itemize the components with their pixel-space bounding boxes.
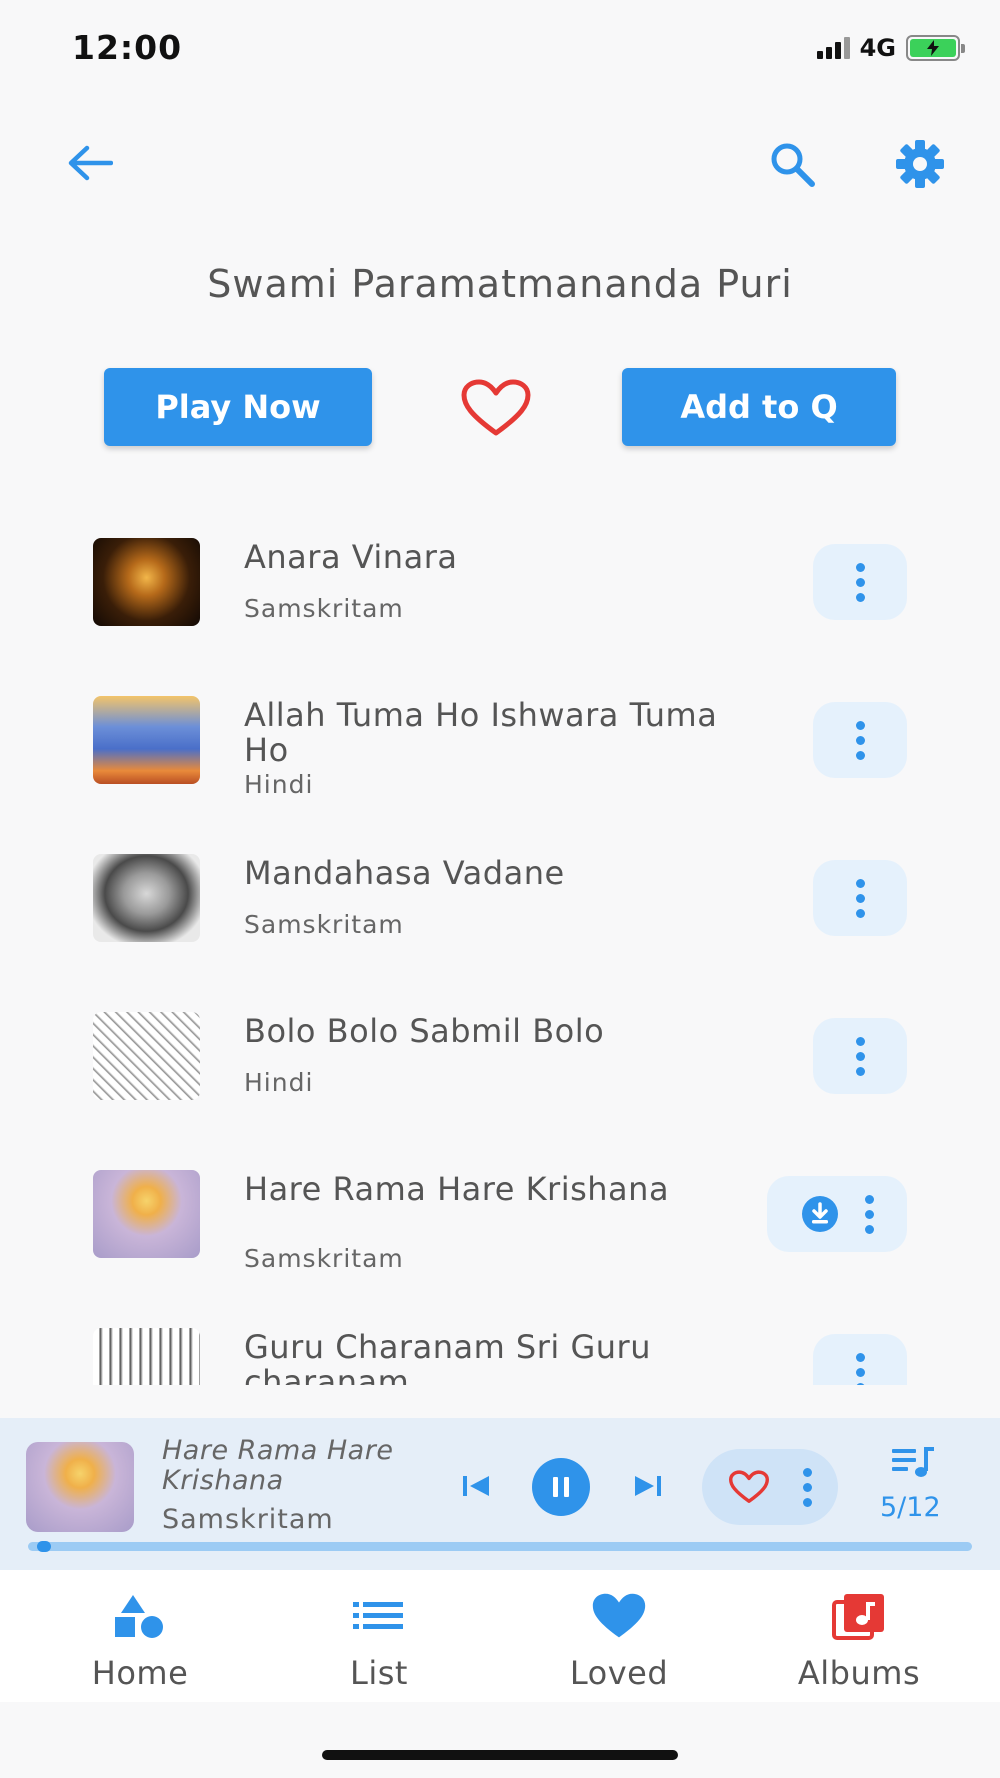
temple-deity-image — [93, 538, 200, 626]
song-title: Bolo Bolo Sabmil Bolo — [244, 1012, 605, 1050]
song-language: Samskritam — [244, 594, 404, 623]
more-vertical-icon — [855, 720, 865, 760]
more-vertical-icon — [855, 878, 865, 918]
play-now-button[interactable]: Play Now — [104, 368, 372, 446]
artist-title: Swami Paramatmananda Puri — [207, 262, 793, 306]
status-indicators: 4G — [816, 34, 965, 62]
search-button[interactable] — [764, 136, 820, 192]
heart-outline-icon[interactable] — [728, 1470, 769, 1504]
nav-label: Loved — [569, 1654, 669, 1692]
progress-bar[interactable] — [28, 1541, 972, 1552]
heart-icon — [592, 1593, 646, 1638]
status-time: 12:00 — [72, 28, 183, 67]
nav-label: List — [350, 1654, 408, 1692]
queue-button[interactable] — [888, 1442, 938, 1482]
next-button[interactable] — [628, 1466, 668, 1506]
song-list: Anara Vinara Samskritam Allah Tuma Ho Is… — [0, 520, 1000, 1385]
nav-loved[interactable]: Loved — [494, 1570, 744, 1702]
song-options-button[interactable] — [813, 702, 907, 778]
battery-icon — [906, 35, 965, 61]
now-playing-bar[interactable]: Hare Rama Hare Krishana Samskritam 5/12 — [0, 1418, 1000, 1570]
song-row[interactable]: Guru Charanam Sri Guru charanam — [0, 1310, 1000, 1385]
line-drawing-image — [93, 1012, 200, 1100]
favorite-button[interactable] — [458, 378, 534, 438]
guru-sketch-image — [93, 1328, 200, 1385]
more-vertical-icon[interactable] — [802, 1467, 812, 1507]
network-type: 4G — [859, 34, 896, 62]
now-playing-artwork — [26, 1442, 134, 1532]
album-music-icon — [832, 1594, 884, 1640]
queue-position: 5/12 — [880, 1492, 941, 1523]
list-icon — [353, 1602, 403, 1629]
home-indicator — [322, 1750, 678, 1760]
song-options-button[interactable] — [813, 860, 907, 936]
song-title: Allah Tuma Ho Ishwara Tuma Ho — [244, 696, 718, 769]
progress-knob[interactable] — [37, 1541, 52, 1552]
song-row[interactable]: Hare Rama Hare Krishana Samskritam — [0, 1152, 1000, 1282]
skip-next-icon — [635, 1476, 661, 1496]
nav-home[interactable]: Home — [15, 1570, 265, 1702]
more-vertical-icon — [855, 562, 865, 602]
previous-button[interactable] — [456, 1466, 496, 1506]
add-to-queue-button[interactable]: Add to Q — [622, 368, 896, 446]
more-vertical-icon — [855, 1036, 865, 1076]
arrow-left-icon — [68, 145, 113, 181]
now-playing-language: Samskritam — [162, 1504, 334, 1535]
now-playing-title: Hare Rama Hare Krishana — [162, 1435, 394, 1496]
download-icon[interactable] — [801, 1195, 839, 1233]
song-language: Hindi — [244, 1068, 314, 1097]
gear-icon — [896, 140, 944, 188]
lord-rama-image — [93, 1170, 200, 1258]
more-vertical-icon — [855, 1352, 865, 1385]
pause-icon — [553, 1477, 569, 1497]
nav-albums[interactable]: Albums — [734, 1570, 984, 1702]
nav-list[interactable]: List — [254, 1570, 504, 1702]
settings-button[interactable] — [892, 136, 948, 192]
nav-label: Home — [91, 1654, 189, 1692]
shapes-icon — [115, 1595, 163, 1638]
back-button[interactable] — [62, 138, 118, 188]
search-icon — [771, 143, 815, 187]
song-row[interactable]: Bolo Bolo Sabmil Bolo Hindi — [0, 994, 1000, 1124]
queue-music-icon — [892, 1447, 934, 1477]
song-options-button[interactable] — [813, 1334, 907, 1385]
song-options-button[interactable] — [767, 1176, 907, 1252]
song-title: Anara Vinara — [244, 538, 458, 576]
now-playing-actions — [702, 1449, 838, 1525]
song-language: Samskritam — [244, 910, 404, 939]
song-language: Samskritam — [244, 1244, 404, 1273]
amma-sketch-image — [93, 854, 200, 942]
song-language: Hindi — [244, 770, 314, 799]
heart-outline-icon — [461, 379, 531, 436]
bottom-nav: Home List Loved Albums — [0, 1570, 1000, 1702]
song-title: Guru Charanam Sri Guru charanam — [244, 1328, 651, 1386]
song-options-button[interactable] — [813, 544, 907, 620]
nav-label: Albums — [797, 1654, 921, 1692]
song-title: Mandahasa Vadane — [244, 854, 565, 892]
song-row[interactable]: Anara Vinara Samskritam — [0, 520, 1000, 650]
song-options-button[interactable] — [813, 1018, 907, 1094]
skip-previous-icon — [463, 1476, 489, 1496]
lord-rama-image — [93, 696, 200, 784]
more-vertical-icon — [864, 1194, 874, 1234]
song-title: Hare Rama Hare Krishana — [244, 1170, 670, 1208]
signal-icon — [816, 37, 850, 59]
pause-button[interactable] — [532, 1458, 590, 1516]
song-row[interactable]: Allah Tuma Ho Ishwara Tuma Ho Hindi — [0, 678, 1000, 808]
song-row[interactable]: Mandahasa Vadane Samskritam — [0, 836, 1000, 966]
